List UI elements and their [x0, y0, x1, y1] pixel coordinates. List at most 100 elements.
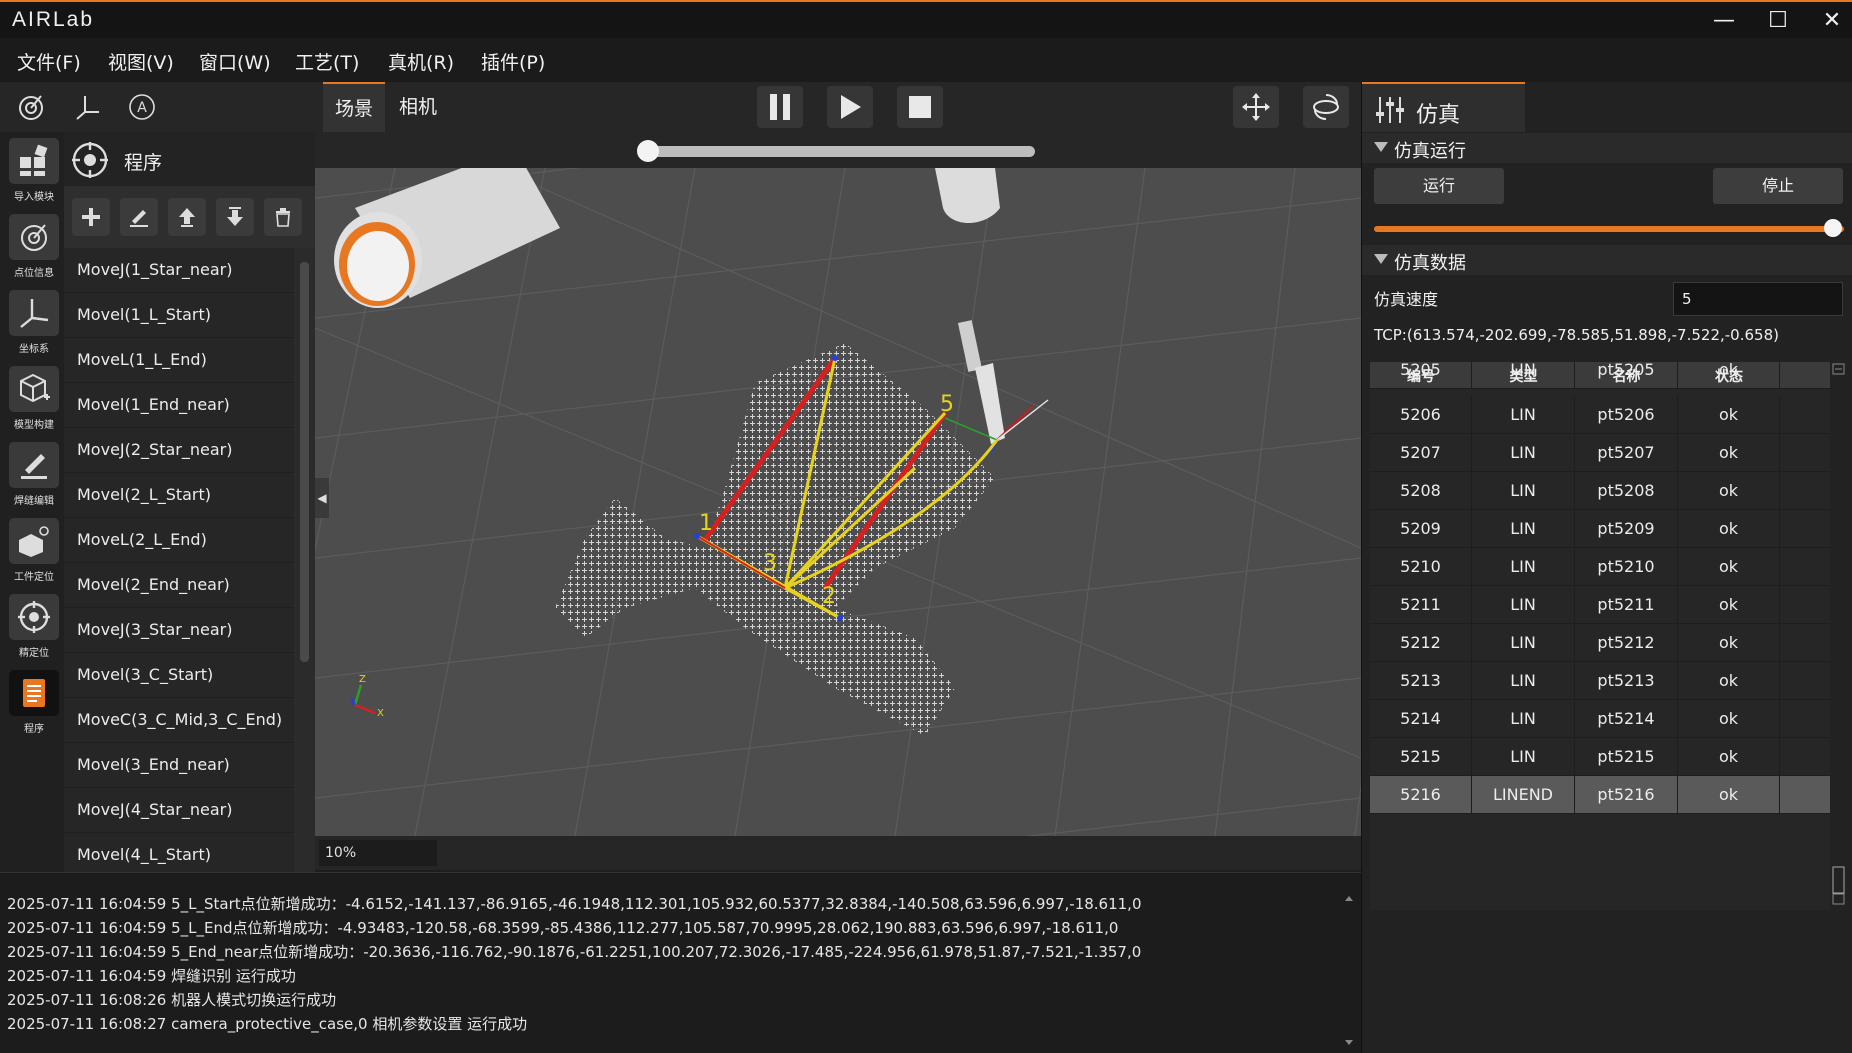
log-scrollbar[interactable]: [1343, 893, 1355, 1048]
list-item[interactable]: Movel(4_L_Start): [64, 833, 294, 872]
simulation-panel: 仿真 仿真运行 运行 停止 仿真数据 仿真速度 TCP:(613.574,-20…: [1361, 82, 1852, 1053]
collapse-left-panel-button[interactable]: ◀: [315, 478, 329, 518]
table-row[interactable]: 5210 LIN pt5210 ok: [1370, 548, 1830, 586]
table-scrollbar[interactable]: [1832, 362, 1846, 910]
table-row[interactable]: 5212 LIN pt5212 ok: [1370, 624, 1830, 662]
pause-button[interactable]: [757, 86, 803, 128]
table-row[interactable]: 5214 LIN pt5214 ok: [1370, 700, 1830, 738]
list-item[interactable]: MoveJ(1_Star_near): [64, 248, 294, 293]
rail-weld-edit[interactable]: 焊缝编辑: [8, 442, 60, 512]
list-item[interactable]: MoveL(1_L_End): [64, 338, 294, 383]
cell-name: pt5212: [1575, 624, 1678, 662]
list-item[interactable]: Movel(3_C_Start): [64, 653, 294, 698]
slider-handle[interactable]: [1824, 219, 1842, 237]
weld-edit-icon: [21, 454, 47, 479]
cell-status: ok: [1678, 434, 1780, 472]
list-item[interactable]: Movel(1_End_near): [64, 383, 294, 428]
stop-button[interactable]: [897, 86, 943, 128]
axis-icon[interactable]: [73, 92, 103, 122]
add-button[interactable]: [72, 198, 110, 236]
cell-id: 5211: [1370, 586, 1472, 624]
sim-speed-input[interactable]: [1673, 282, 1843, 316]
list-item[interactable]: MoveJ(3_Star_near): [64, 608, 294, 653]
tab-scene[interactable]: 场景: [323, 82, 386, 132]
minimize-icon[interactable]: —: [1704, 8, 1744, 34]
list-item[interactable]: Movel(2_L_Start): [64, 473, 294, 518]
sim-progress-slider[interactable]: [1374, 226, 1844, 232]
stop-sim-button[interactable]: 停止: [1713, 168, 1843, 204]
rail-import-module[interactable]: 导入模块: [8, 138, 60, 208]
rail-model-build[interactable]: 模型构建: [8, 366, 60, 436]
list-item[interactable]: MoveJ(2_Star_near): [64, 428, 294, 473]
collapse-triangle-icon: [1374, 254, 1388, 264]
menu-view[interactable]: 视图(V): [108, 48, 174, 75]
list-item[interactable]: Movel(1_L_Start): [64, 293, 294, 338]
rail-workpiece-locate[interactable]: 工件定位: [8, 518, 60, 588]
table-row[interactable]: 5211 LIN pt5211 ok: [1370, 586, 1830, 624]
list-item[interactable]: MoveL(2_L_End): [64, 518, 294, 563]
cell-type: LIN: [1472, 738, 1575, 776]
log-line: 2025-07-11 16:04:59 5_End_near点位新增成功：-20…: [7, 943, 1142, 961]
collapse-triangle-icon: [1374, 142, 1388, 152]
weld-label: 1: [699, 511, 713, 536]
rail-fine-locate[interactable]: 精定位: [8, 594, 60, 664]
left-tab-strip: A: [0, 82, 315, 132]
rail-coordinate-system[interactable]: 坐标系: [8, 290, 60, 360]
tab-camera[interactable]: 相机: [387, 82, 449, 132]
table-row[interactable]: 5207 LIN pt5207 ok: [1370, 434, 1830, 472]
table-row[interactable]: 5206 LIN pt5206 ok: [1370, 396, 1830, 434]
play-button[interactable]: [827, 86, 873, 128]
auto-mode-icon[interactable]: A: [127, 92, 157, 122]
list-item[interactable]: Movel(2_End_near): [64, 563, 294, 608]
move-down-button[interactable]: [216, 198, 254, 236]
timeline-slider-handle[interactable]: [637, 140, 659, 162]
close-icon[interactable]: ✕: [1812, 8, 1852, 34]
menu-file[interactable]: 文件(F): [17, 48, 81, 75]
scene-viewport[interactable]: 1 2 3 5 Z X ◀: [315, 168, 1361, 836]
scrollbar-thumb[interactable]: [300, 262, 309, 662]
model-build-icon: [20, 373, 50, 403]
move-view-button[interactable]: [1233, 86, 1279, 128]
table-row[interactable]: 5205 LIN pt5205 ok: [1370, 362, 1830, 389]
program-scrollbar[interactable]: [294, 248, 315, 872]
cell-type: LIN: [1472, 434, 1575, 472]
log-line: 2025-07-11 16:08:27 camera_protective_ca…: [7, 1015, 528, 1033]
table-row[interactable]: 5213 LIN pt5213 ok: [1370, 662, 1830, 700]
list-item[interactable]: MoveJ(4_Star_near): [64, 788, 294, 833]
section-sim-data[interactable]: 仿真数据: [1362, 245, 1852, 275]
menu-process[interactable]: 工艺(T): [295, 48, 359, 75]
delete-button[interactable]: [264, 198, 302, 236]
sim-data-table[interactable]: 编号 类型 名称 状态 5205 LIN pt5205 ok 5206 LIN pt5206…: [1370, 362, 1830, 910]
fine-locate-icon: [18, 601, 50, 633]
menu-window[interactable]: 窗口(W): [199, 48, 271, 75]
zoom-field[interactable]: 10%: [319, 840, 437, 866]
import-module-icon: [20, 144, 48, 176]
move-up-button[interactable]: [168, 198, 206, 236]
scene-canvas[interactable]: 1 2 3 5 Z X: [315, 168, 1361, 836]
log-panel[interactable]: 2025-07-11 16:04:59 5_L_Start点位新增成功：-4.6…: [0, 872, 1361, 1053]
table-row[interactable]: 5215 LIN pt5215 ok: [1370, 738, 1830, 776]
cell-type: LIN: [1472, 510, 1575, 548]
maximize-icon[interactable]: ☐: [1758, 8, 1798, 34]
point-info-icon: [21, 224, 47, 251]
edit-button[interactable]: [120, 198, 158, 236]
list-item[interactable]: MoveC(3_C_Mid,3_C_End): [64, 698, 294, 743]
table-row[interactable]: 5209 LIN pt5209 ok: [1370, 510, 1830, 548]
section-sim-run[interactable]: 仿真运行: [1362, 133, 1852, 163]
cell-name: pt5210: [1575, 548, 1678, 586]
table-row[interactable]: 5216 LINEND pt5216 ok: [1370, 776, 1830, 814]
menu-plugin[interactable]: 插件(P): [481, 48, 545, 75]
target-icon[interactable]: [16, 92, 46, 122]
cell-type: LIN: [1472, 362, 1575, 389]
rail-program[interactable]: 程序: [8, 670, 60, 740]
run-button[interactable]: 运行: [1374, 168, 1504, 204]
rotate-view-button[interactable]: [1303, 86, 1349, 128]
cell-type: LIN: [1472, 472, 1575, 510]
menu-real-robot[interactable]: 真机(R): [388, 48, 454, 75]
table-row[interactable]: 5208 LIN pt5208 ok: [1370, 472, 1830, 510]
tab-simulation[interactable]: 仿真: [1362, 82, 1525, 132]
program-list[interactable]: MoveJ(1_Star_near) Movel(1_L_Start) Move…: [64, 248, 294, 872]
rail-point-info[interactable]: 点位信息: [8, 214, 60, 284]
list-item[interactable]: Movel(3_End_near): [64, 743, 294, 788]
timeline-track[interactable]: [640, 146, 1035, 157]
